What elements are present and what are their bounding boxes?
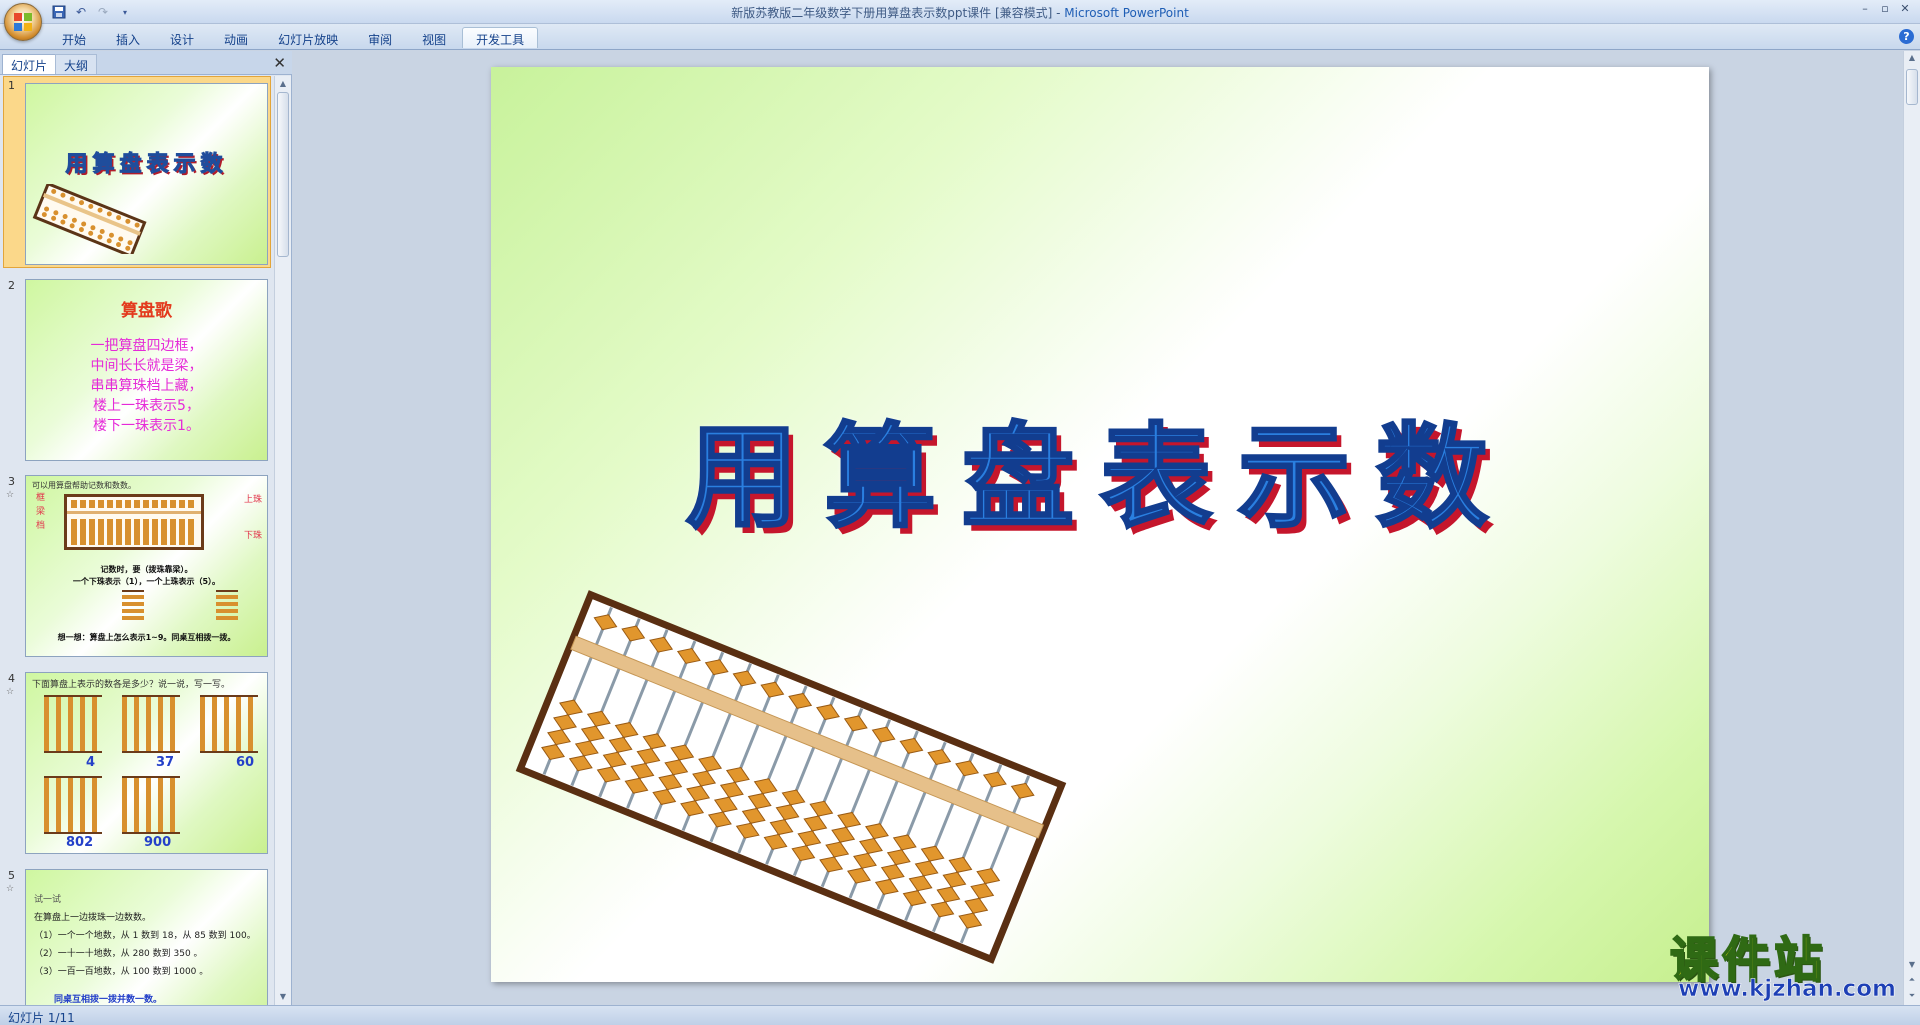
abacus-diagram — [64, 494, 204, 550]
app-name: Microsoft PowerPoint — [1064, 6, 1189, 20]
ribbon: 开始 插入 设计 动画 幻灯片放映 审阅 视图 开发工具 ? — [0, 24, 1920, 50]
slide-number: 5 — [8, 869, 15, 882]
minimize-icon[interactable]: – — [1856, 2, 1874, 18]
slides-pane: 幻灯片 大纲 ✕ 1 用算盘表示数 2 算盘歌 一把算盘四边框， 中间长长就是梁… — [0, 51, 292, 1005]
tab-view[interactable]: 视图 — [408, 27, 460, 48]
thumb-heading: 下面算盘上表示的数各是多少？说一说，写一写。 — [32, 680, 231, 690]
scroll-up-icon[interactable]: ▲ — [1904, 53, 1920, 62]
abacus-picture[interactable] — [512, 587, 1069, 967]
title-bar: ↶ ↷ ▾ 新版苏教版二年级数学下册用算盘表示数ppt课件 [兼容模式] - M… — [0, 0, 1920, 24]
thumb-heading: 可以用算盘帮助记数和数数。 — [32, 481, 136, 490]
close-pane-icon[interactable]: ✕ — [273, 54, 286, 72]
thumbnail-row-2[interactable]: 2 算盘歌 一把算盘四边框， 中间长长就是梁， 串串算珠档上藏， 楼上一珠表示5… — [0, 276, 274, 468]
slide-thumbnail-4[interactable]: 下面算盘上表示的数各是多少？说一说，写一写。 4 37 60 802 900 — [25, 672, 268, 854]
animation-star-icon: ☆ — [6, 490, 15, 500]
document-title: 新版苏教版二年级数学下册用算盘表示数ppt课件 [兼容模式] — [731, 6, 1053, 20]
slide-editor: 用算盘表示数 ▲ ▼ ⏶ ⏷ — [293, 51, 1920, 1005]
close-icon[interactable]: ✕ — [1896, 2, 1914, 18]
thumbnail-row-3[interactable]: 3 ☆ 可以用算盘帮助记数和数数。 框 梁 档 上珠 下珠 记数时，要（拨珠靠梁… — [0, 472, 274, 668]
editor-scrollbar[interactable]: ▲ ▼ ⏶ ⏷ — [1903, 51, 1920, 1005]
slide-title[interactable]: 用算盘表示数 — [491, 387, 1709, 549]
animation-star-icon: ☆ — [6, 687, 15, 697]
tab-review[interactable]: 审阅 — [354, 27, 406, 48]
tab-animations[interactable]: 动画 — [210, 27, 262, 48]
animation-star-icon: ☆ — [6, 884, 15, 894]
help-icon[interactable]: ? — [1899, 29, 1914, 44]
thumb-poem: 一把算盘四边框， 中间长长就是梁， 串串算珠档上藏， 楼上一珠表示5， 楼下一珠… — [90, 338, 203, 434]
tab-developer[interactable]: 开发工具 — [462, 27, 539, 48]
office-logo-icon — [14, 13, 34, 33]
scrollbar-thumb[interactable] — [1906, 69, 1918, 105]
tab-slideshow[interactable]: 幻灯片放映 — [264, 27, 352, 48]
thumbnail-scrollbar[interactable]: ▲ ▼ — [274, 76, 291, 1005]
pane-tabs: 幻灯片 大纲 ✕ — [0, 51, 292, 75]
tab-outline[interactable]: 大纲 — [55, 54, 98, 74]
slide-counter: 幻灯片 1/11 — [8, 1011, 75, 1025]
ribbon-tabs: 开始 插入 设计 动画 幻灯片放映 审阅 视图 开发工具 — [48, 27, 539, 48]
slide-number: 3 — [8, 475, 15, 488]
tab-insert[interactable]: 插入 — [102, 27, 154, 48]
slide-thumbnail-2[interactable]: 算盘歌 一把算盘四边框， 中间长长就是梁， 串串算珠档上藏， 楼上一珠表示5， … — [25, 279, 268, 461]
slide-number: 1 — [8, 79, 15, 92]
slide-number: 2 — [8, 279, 15, 292]
restore-icon[interactable]: ▫ — [1876, 2, 1894, 18]
thumbnail-row-5[interactable]: 5 ☆ 试一试 在算盘上一边拨珠一边数数。 （1）一个一个地数，从 1 数到 1… — [0, 866, 274, 1005]
thumbnail-row-4[interactable]: 4 ☆ 下面算盘上表示的数各是多少？说一说，写一写。 4 37 60 802 9… — [0, 669, 274, 865]
scrollbar-thumb[interactable] — [277, 92, 289, 257]
thumb-title: 用算盘表示数 — [65, 152, 228, 178]
tab-home[interactable]: 开始 — [48, 27, 100, 48]
watermark-url: www.kjzhan.com — [1678, 976, 1897, 1003]
abacus-icon — [32, 184, 147, 254]
window-controls: – ▫ ✕ — [1856, 2, 1914, 18]
tab-slides[interactable]: 幻灯片 — [2, 54, 57, 74]
slide-thumbnail-1[interactable]: 用算盘表示数 — [25, 83, 268, 265]
tab-design[interactable]: 设计 — [156, 27, 208, 48]
slide-thumbnail-5[interactable]: 试一试 在算盘上一边拨珠一边数数。 （1）一个一个地数，从 1 数到 18，从 … — [25, 869, 268, 1005]
scroll-up-icon[interactable]: ▲ — [275, 76, 291, 92]
current-slide[interactable]: 用算盘表示数 — [491, 67, 1709, 982]
office-button[interactable] — [4, 3, 42, 41]
thumbnail-list: 1 用算盘表示数 2 算盘歌 一把算盘四边框， 中间长长就是梁， 串串算珠档上藏… — [0, 76, 274, 1005]
watermark-logo: 课件站 www.kjzhan.com — [1669, 920, 1910, 1005]
status-bar: 幻灯片 1/11 — [0, 1005, 1920, 1025]
scroll-down-icon[interactable]: ▼ — [275, 989, 291, 1005]
window-title: 新版苏教版二年级数学下册用算盘表示数ppt课件 [兼容模式] - Microso… — [731, 6, 1189, 20]
thumbnail-row-1[interactable]: 1 用算盘表示数 — [0, 76, 274, 272]
thumb-title: 算盘歌 — [121, 301, 172, 321]
slide-number: 4 — [8, 672, 15, 685]
slide-thumbnail-3[interactable]: 可以用算盘帮助记数和数数。 框 梁 档 上珠 下珠 记数时，要（拨珠靠梁）。 一… — [25, 475, 268, 657]
